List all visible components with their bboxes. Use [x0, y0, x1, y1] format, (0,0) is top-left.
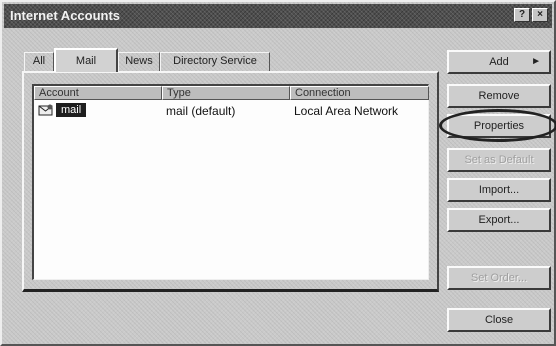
- add-button[interactable]: Add ►: [447, 50, 551, 74]
- column-header-type[interactable]: Type: [162, 86, 290, 100]
- close-window-button[interactable]: ×: [532, 8, 548, 22]
- set-as-default-button[interactable]: Set as Default: [447, 148, 551, 172]
- window-title: Internet Accounts: [10, 8, 121, 23]
- account-connection: Local Area Network: [294, 104, 399, 118]
- properties-button[interactable]: Properties: [447, 114, 551, 138]
- add-button-label: Add: [489, 56, 509, 68]
- accounts-list[interactable]: Account Type Connection mail mail (defau…: [32, 84, 429, 280]
- tab-directory-service[interactable]: Directory Service: [160, 52, 270, 71]
- account-name: mail: [56, 102, 87, 117]
- internet-accounts-dialog: Internet Accounts ? × All Mail News Dire…: [0, 0, 556, 346]
- account-cell: mail: [38, 102, 87, 117]
- close-button[interactable]: Close: [447, 308, 551, 332]
- list-item[interactable]: mail mail (default) Local Area Network: [34, 102, 427, 120]
- title-bar[interactable]: Internet Accounts ? ×: [4, 4, 552, 28]
- mail-tab-panel: Account Type Connection mail mail (defau…: [22, 71, 439, 292]
- account-tabs: All Mail News Directory Service: [24, 48, 274, 72]
- import-button[interactable]: Import...: [447, 178, 551, 202]
- account-type: mail (default): [166, 104, 236, 118]
- mail-account-icon: [38, 103, 54, 117]
- column-header-account[interactable]: Account: [34, 86, 162, 100]
- tab-mail[interactable]: Mail: [54, 48, 118, 72]
- help-button[interactable]: ?: [514, 8, 530, 22]
- column-header-connection[interactable]: Connection: [290, 86, 429, 100]
- submenu-arrow-icon: ►: [531, 56, 541, 67]
- export-button[interactable]: Export...: [447, 208, 551, 232]
- set-order-button[interactable]: Set Order...: [447, 266, 551, 290]
- remove-button[interactable]: Remove: [447, 84, 551, 108]
- tab-news[interactable]: News: [118, 52, 160, 71]
- tab-all[interactable]: All: [24, 52, 54, 71]
